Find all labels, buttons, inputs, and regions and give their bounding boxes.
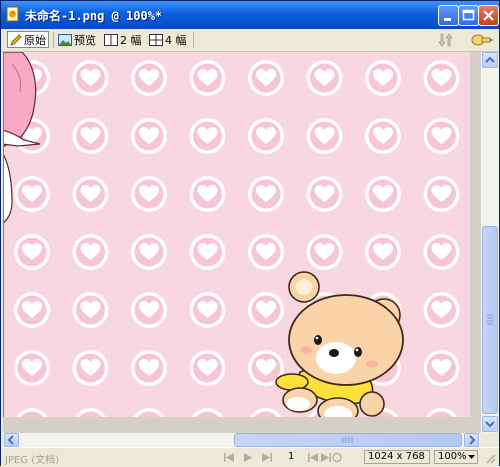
zoom-value: 100% (438, 451, 467, 462)
maximize-icon (462, 9, 475, 21)
chevron-down-icon (468, 455, 475, 459)
maximize-button[interactable] (458, 5, 479, 26)
document-window: 未命名-1.png @ 100%* 原始 预览 2 幅 4 幅 JPEG (文档… (0, 0, 500, 467)
file-format-label: JPEG (文档) (5, 455, 60, 466)
tab-original-label: 原始 (24, 33, 46, 47)
tab-4up[interactable]: 4 幅 (149, 31, 187, 48)
scroll-up-button[interactable] (482, 52, 498, 68)
fireworks-document-icon (6, 6, 19, 22)
tab-preview-label: 预览 (74, 33, 96, 47)
tab-preview[interactable]: 预览 (58, 31, 96, 48)
minimize-icon (444, 18, 451, 21)
play-icon[interactable] (244, 453, 252, 462)
scroll-down-button[interactable] (482, 416, 498, 432)
status-bar: JPEG (文档) 1 1024 x 768 100% (1, 447, 499, 467)
horizontal-scrollbar[interactable] (3, 432, 480, 447)
image-icon (58, 33, 72, 46)
title-bar[interactable]: 未命名-1.png @ 100%* (1, 1, 499, 29)
two-up-icon (104, 33, 118, 46)
optimize-menu-icon[interactable] (471, 32, 495, 48)
canvas-border-bottom (3, 417, 480, 432)
scroll-left-button[interactable] (4, 433, 19, 447)
quick-export-icon[interactable] (438, 33, 454, 47)
image-dimensions: 1024 x 768 (364, 450, 430, 464)
arrow-up-icon (485, 56, 495, 63)
image-canvas[interactable] (3, 52, 471, 417)
horizontal-scroll-thumb[interactable] (234, 433, 462, 447)
loop-icon[interactable] (332, 452, 342, 463)
previous-frame-icon[interactable] (308, 453, 318, 462)
close-button[interactable] (478, 5, 499, 26)
grip-icon (342, 437, 353, 443)
scroll-right-button[interactable] (464, 433, 479, 447)
four-up-icon (149, 33, 163, 46)
toolbar-divider (193, 32, 194, 48)
pencil-icon (10, 33, 22, 46)
last-frame-icon[interactable] (262, 453, 272, 462)
vertical-scrollbar[interactable] (480, 52, 499, 433)
frame-controls (224, 452, 342, 463)
minimize-button[interactable] (438, 5, 459, 26)
frame-number: 1 (288, 451, 295, 462)
close-icon (483, 10, 494, 21)
arrow-down-icon (485, 421, 495, 428)
first-frame-icon[interactable] (224, 453, 234, 462)
zoom-dropdown[interactable]: 100% (434, 450, 478, 464)
canvas-artwork (4, 52, 471, 417)
grip-icon (487, 314, 493, 325)
resize-grip-icon[interactable] (484, 452, 496, 464)
arrow-right-icon (469, 435, 476, 445)
next-frame-icon[interactable] (321, 453, 331, 462)
view-toolbar: 原始 预览 2 幅 4 幅 (1, 29, 499, 52)
tab-4up-label: 4 幅 (165, 33, 187, 47)
arrow-left-icon (7, 435, 14, 445)
window-title: 未命名-1.png @ 100%* (25, 9, 163, 23)
tab-2up-label: 2 幅 (120, 33, 142, 47)
tab-original[interactable]: 原始 (7, 31, 49, 48)
vertical-scroll-thumb[interactable] (482, 226, 498, 414)
tab-2up[interactable]: 2 幅 (104, 31, 142, 48)
canvas-border-right (470, 52, 480, 419)
toolbar-divider (53, 32, 54, 48)
